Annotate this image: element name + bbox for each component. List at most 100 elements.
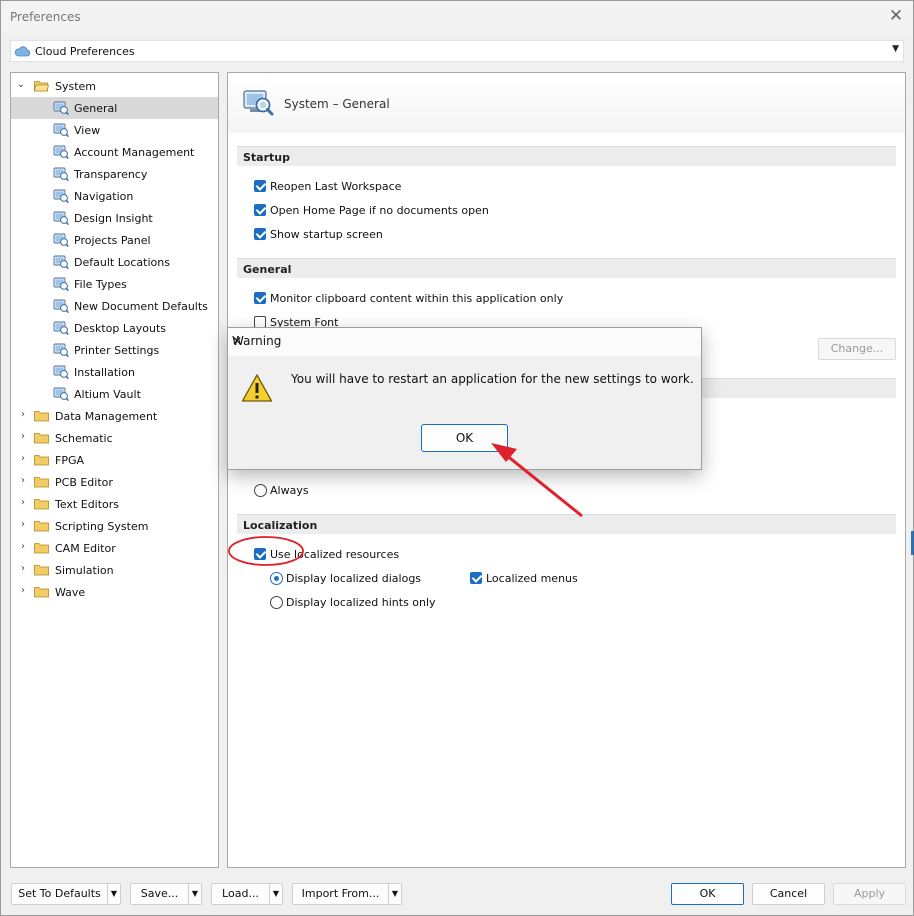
folder-icon: [34, 433, 49, 444]
chevron-down-icon[interactable]: ▼: [269, 883, 283, 905]
title-bar: Preferences ✕: [1, 1, 913, 33]
tree-item-label: View: [74, 124, 101, 137]
settings-page: System – General Startup Reopen Last Wor…: [227, 72, 906, 868]
page-header: System – General: [228, 73, 905, 133]
settings-page-icon: [53, 123, 69, 138]
tree-item-wave[interactable]: › Wave: [11, 581, 218, 603]
radio-label: Display localized dialogs: [286, 572, 422, 585]
chevron-down-icon[interactable]: ⌄: [15, 79, 27, 90]
cloud-icon: [14, 46, 30, 57]
tree-item-label: General: [74, 102, 118, 115]
tree-item-installation[interactable]: Installation: [11, 361, 218, 383]
settings-page-icon: [53, 189, 69, 204]
tree-item-altium-vault[interactable]: Altium Vault: [11, 383, 218, 405]
tree-item-design-insight[interactable]: Design Insight: [11, 207, 218, 229]
chevron-right-icon[interactable]: ›: [17, 475, 29, 486]
set-to-defaults-button[interactable]: Set To Defaults: [11, 883, 107, 905]
folder-icon: [34, 477, 49, 488]
chevron-right-icon[interactable]: ›: [17, 519, 29, 530]
chevron-right-icon[interactable]: ›: [17, 497, 29, 508]
tree-item-printer-settings[interactable]: Printer Settings: [11, 339, 218, 361]
close-icon[interactable]: ✕: [887, 7, 905, 25]
dialog-ok-button[interactable]: OK: [421, 424, 508, 452]
folder-icon: [34, 587, 49, 598]
section-heading: Startup: [243, 151, 290, 164]
tree-item-system[interactable]: ⌄ System: [11, 75, 218, 97]
chevron-right-icon[interactable]: ›: [17, 541, 29, 552]
checkbox-label: Open Home Page if no documents open: [270, 204, 489, 217]
save-button[interactable]: Save...: [130, 883, 188, 905]
close-icon[interactable]: ✕: [232, 334, 693, 348]
radio-selected[interactable]: [270, 572, 283, 585]
tree-item-scripting-system[interactable]: › Scripting System: [11, 515, 218, 537]
radio-unselected[interactable]: [254, 484, 267, 497]
tree-item-label: PCB Editor: [55, 476, 113, 489]
import-from-split-button[interactable]: Import From... ▼: [292, 883, 402, 905]
checkbox-checked[interactable]: [254, 180, 266, 192]
settings-page-icon: [53, 321, 69, 336]
checkbox-label: Reopen Last Workspace: [270, 180, 402, 193]
settings-page-icon: [53, 387, 69, 402]
change-font-button[interactable]: Change...: [818, 338, 896, 360]
folder-open-icon: [34, 81, 49, 92]
load-split-button[interactable]: Load... ▼: [211, 883, 283, 905]
radio-label: Always: [270, 484, 309, 497]
tree-item-pcb-editor[interactable]: › PCB Editor: [11, 471, 218, 493]
load-button[interactable]: Load...: [211, 883, 269, 905]
section-startup: Startup: [237, 146, 896, 166]
tree-item-label: Data Management: [55, 410, 158, 423]
checkbox-label: Monitor clipboard content within this ap…: [270, 292, 564, 305]
ok-button[interactable]: OK: [671, 883, 744, 905]
tree-item-projects-panel[interactable]: Projects Panel: [11, 229, 218, 251]
chevron-down-icon: ▼: [892, 44, 899, 54]
tree-item-account-management[interactable]: Account Management: [11, 141, 218, 163]
checkbox-label: Use localized resources: [270, 548, 400, 561]
tree-item-cam-editor[interactable]: › CAM Editor: [11, 537, 218, 559]
section-heading: Localization: [243, 519, 318, 532]
checkbox-checked[interactable]: [470, 572, 482, 584]
checkbox-checked[interactable]: [254, 292, 266, 304]
chevron-down-icon[interactable]: ▼: [107, 883, 121, 905]
tree-item-new-document-defaults[interactable]: New Document Defaults: [11, 295, 218, 317]
chevron-down-icon[interactable]: ▼: [388, 883, 402, 905]
tree-item-simulation[interactable]: › Simulation: [11, 559, 218, 581]
warning-icon: [241, 374, 273, 402]
tree-item-label: CAM Editor: [55, 542, 116, 555]
checkbox-checked[interactable]: [254, 204, 266, 216]
tree-item-label: Installation: [74, 366, 135, 379]
tree-item-navigation[interactable]: Navigation: [11, 185, 218, 207]
tree-item-general[interactable]: General: [11, 97, 218, 119]
folder-icon: [34, 521, 49, 532]
tree-item-desktop-layouts[interactable]: Desktop Layouts: [11, 317, 218, 339]
tree-item-label: Projects Panel: [74, 234, 151, 247]
folder-icon: [34, 411, 49, 422]
tree-item-fpga[interactable]: › FPGA: [11, 449, 218, 471]
tree-item-label: Design Insight: [74, 212, 153, 225]
chevron-right-icon[interactable]: ›: [17, 563, 29, 574]
checkbox-checked[interactable]: [254, 228, 266, 240]
import-from-button[interactable]: Import From...: [292, 883, 388, 905]
cancel-button[interactable]: Cancel: [752, 883, 825, 905]
settings-page-icon: [53, 255, 69, 270]
chevron-right-icon[interactable]: ›: [17, 585, 29, 596]
save-split-button[interactable]: Save... ▼: [130, 883, 202, 905]
folder-icon: [34, 499, 49, 510]
tree-item-default-locations[interactable]: Default Locations: [11, 251, 218, 273]
tree-item-file-types[interactable]: File Types: [11, 273, 218, 295]
tree-item-view[interactable]: View: [11, 119, 218, 141]
radio-unselected[interactable]: [270, 596, 283, 609]
set-to-defaults-split-button[interactable]: Set To Defaults ▼: [11, 883, 121, 905]
tree-item-label: New Document Defaults: [74, 300, 208, 313]
tree-item-schematic[interactable]: › Schematic: [11, 427, 218, 449]
tree-item-text-editors[interactable]: › Text Editors: [11, 493, 218, 515]
apply-button[interactable]: Apply: [833, 883, 906, 905]
chevron-right-icon[interactable]: ›: [17, 453, 29, 464]
chevron-right-icon[interactable]: ›: [17, 431, 29, 442]
chevron-right-icon[interactable]: ›: [17, 409, 29, 420]
tree-item-data-management[interactable]: › Data Management: [11, 405, 218, 427]
chevron-down-icon[interactable]: ▼: [188, 883, 202, 905]
cloud-preferences-dropdown[interactable]: Cloud Preferences ▼: [10, 40, 904, 62]
settings-page-icon: [53, 211, 69, 226]
tree-item-transparency[interactable]: Transparency: [11, 163, 218, 185]
checkbox-checked[interactable]: [254, 548, 266, 560]
